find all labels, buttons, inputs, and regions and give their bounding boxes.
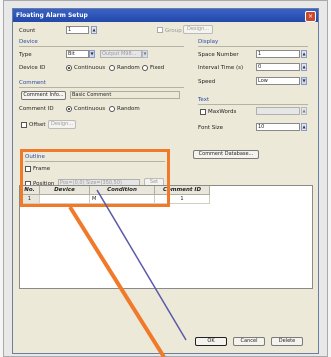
count-spinner-icon[interactable]: ▲	[91, 26, 97, 34]
maxwords-label: MaxWords	[208, 109, 237, 115]
output-dropdown-icon[interactable]: ▼	[142, 50, 148, 58]
font-size-label: Font Size	[198, 125, 224, 131]
comment-random-label: Random	[117, 106, 140, 112]
interval-time-label: Interval Time (s)	[198, 65, 244, 71]
outline-highlight-box	[20, 149, 170, 207]
device-divider	[19, 46, 184, 47]
display-section-title: Display	[198, 39, 219, 45]
comment-divider	[19, 87, 184, 88]
text-section-title: Text	[198, 97, 210, 103]
count-input[interactable]: 1	[66, 26, 89, 34]
device-random-radio[interactable]	[109, 65, 115, 71]
output-select[interactable]: Output M98...	[100, 50, 142, 58]
interval-time-input[interactable]: 0	[256, 63, 300, 71]
device-continuous-radio[interactable]	[66, 65, 72, 71]
offset-label: Offset	[29, 122, 46, 128]
group-checkbox[interactable]	[157, 27, 163, 33]
maxwords-input[interactable]	[256, 107, 300, 115]
dialog-title: Floating Alarm Setup	[13, 9, 318, 22]
speed-dropdown-icon[interactable]: ▼	[301, 77, 307, 85]
maxwords-checkbox[interactable]	[200, 109, 206, 115]
comment-section-title: Comment	[19, 80, 46, 86]
comment-random-radio[interactable]	[109, 106, 115, 112]
close-icon[interactable]: ×	[305, 11, 316, 22]
delete-button[interactable]: Delete	[271, 337, 303, 346]
count-label: Count	[19, 28, 36, 34]
group-design-button[interactable]: Design...	[183, 25, 213, 34]
basic-comment-field: Basic Comment	[70, 91, 180, 99]
device-section-title: Device	[19, 39, 38, 45]
device-fixed-label: Fixed	[150, 65, 165, 71]
comment-continuous-radio[interactable]	[66, 106, 72, 112]
speed-select[interactable]: Low	[256, 77, 300, 85]
group-label: Group	[165, 28, 182, 34]
type-dropdown-icon[interactable]: ▼	[89, 50, 95, 58]
speed-label: Speed	[198, 79, 216, 85]
offset-design-button[interactable]: Design...	[48, 120, 76, 129]
space-number-spinner-icon[interactable]: ▲	[301, 50, 307, 58]
offset-checkbox[interactable]	[21, 122, 27, 128]
comment-continuous-label: Continuous	[74, 106, 106, 112]
device-fixed-radio[interactable]	[142, 65, 148, 71]
type-select[interactable]: Bit	[66, 50, 89, 58]
comment-database-button[interactable]: Comment Database...	[193, 150, 259, 159]
interval-spinner-icon[interactable]: ▲	[301, 63, 307, 71]
space-number-input[interactable]: 1	[256, 50, 300, 58]
space-number-label: Space Number	[198, 52, 239, 58]
text-divider	[198, 104, 308, 105]
comment-info-button[interactable]: Comment Info...	[21, 91, 66, 100]
font-size-input[interactable]: 10	[256, 123, 300, 131]
device-continuous-label: Continuous	[74, 65, 106, 71]
cancel-button[interactable]: Cancel	[233, 337, 265, 346]
font-size-spinner-icon[interactable]: ▲	[301, 123, 307, 131]
display-divider	[198, 46, 308, 47]
comment-id-label: Comment ID	[19, 106, 54, 112]
device-random-label: Random	[117, 65, 140, 71]
maxwords-spinner-icon[interactable]: ▲	[301, 107, 307, 115]
device-id-label: Device ID	[19, 65, 46, 71]
ok-button[interactable]: OK	[195, 337, 227, 346]
type-label: Type	[19, 52, 32, 58]
